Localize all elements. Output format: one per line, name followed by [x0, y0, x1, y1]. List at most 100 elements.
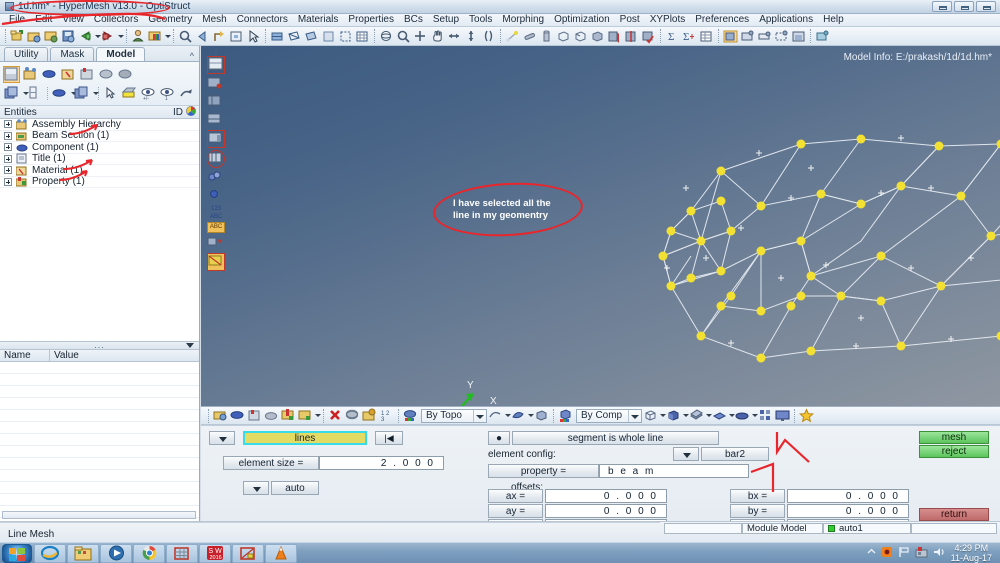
- exploded-view-icon[interactable]: [758, 408, 773, 423]
- orbit-icon[interactable]: [379, 29, 394, 44]
- offset-field-bx[interactable]: 0 . 0 0 0: [787, 489, 909, 503]
- assembly-view-icon[interactable]: [22, 66, 39, 83]
- visibility-toggle-icon[interactable]: +/-: [140, 85, 157, 102]
- plate-dropdown-icon[interactable]: [728, 408, 735, 423]
- user-profile-icon[interactable]: [131, 29, 146, 44]
- name-value-row[interactable]: [0, 386, 199, 398]
- segment-toggle-icon[interactable]: ●: [488, 431, 510, 445]
- name-value-row[interactable]: [0, 362, 199, 374]
- windows-start-icon[interactable]: [2, 543, 32, 563]
- expand-icon[interactable]: [4, 166, 12, 175]
- shrink-icon[interactable]: [264, 408, 279, 423]
- name-value-row[interactable]: [0, 494, 199, 506]
- name-value-row[interactable]: [0, 374, 199, 386]
- redo-icon[interactable]: [101, 29, 116, 44]
- cube-wire2-icon[interactable]: [573, 29, 588, 44]
- expand-icon[interactable]: [4, 154, 12, 163]
- topo-display-icon[interactable]: [403, 408, 418, 423]
- menu-item-preferences[interactable]: Preferences: [690, 14, 754, 26]
- surface-edges-dropdown-icon[interactable]: [504, 408, 511, 423]
- mesh-panel-icon[interactable]: [207, 150, 225, 168]
- color-dropdown-icon[interactable]: [164, 29, 171, 44]
- element-config-dropdown[interactable]: [673, 447, 699, 461]
- tree-item-beam-section[interactable]: Beam Section (1): [0, 130, 199, 142]
- favorite-star-icon[interactable]: [799, 408, 814, 423]
- menu-item-setup[interactable]: Setup: [428, 14, 464, 26]
- network-flag-icon[interactable]: [898, 546, 910, 561]
- bar-element-icon[interactable]: [522, 29, 537, 44]
- hidden-line-icon[interactable]: [338, 29, 353, 44]
- wireframe-icon[interactable]: [287, 29, 302, 44]
- expand-icon[interactable]: [4, 131, 12, 140]
- mesh-lines-icon[interactable]: [355, 29, 370, 44]
- rotate-brackets-icon[interactable]: [481, 29, 496, 44]
- component-color-icon[interactable]: [51, 85, 68, 102]
- zoom-window-icon[interactable]: [178, 29, 193, 44]
- geometry-solids-icon[interactable]: [207, 94, 225, 110]
- capture-selection-icon[interactable]: [774, 29, 789, 44]
- segment-mode-button[interactable]: segment is whole line: [512, 431, 719, 445]
- menu-item-applications[interactable]: Applications: [754, 14, 818, 26]
- geometry-surfaces-icon[interactable]: [207, 76, 225, 92]
- chevron-down-icon[interactable]: [186, 343, 194, 348]
- color-wheel-icon[interactable]: [186, 105, 196, 119]
- by-comp-dropdown[interactable]: By Comp: [576, 408, 642, 423]
- color-folder-icon[interactable]: [148, 29, 163, 44]
- surface-color-icon[interactable]: [230, 408, 245, 423]
- name-value-row[interactable]: [0, 434, 199, 446]
- solid-shaded-dropdown-icon[interactable]: [682, 408, 689, 423]
- pan-hand-icon[interactable]: [430, 29, 445, 44]
- model-view-icon[interactable]: [3, 66, 20, 83]
- cube-shaded-icon[interactable]: [590, 29, 605, 44]
- mesh-button[interactable]: mesh: [919, 431, 989, 444]
- lines-selector[interactable]: lines: [243, 431, 367, 445]
- menu-item-properties[interactable]: Properties: [343, 14, 399, 26]
- show-all-icon[interactable]: [3, 85, 20, 102]
- node-create-icon[interactable]: [207, 188, 225, 204]
- auto-dropdown[interactable]: [243, 481, 269, 495]
- browser-tab-model[interactable]: Model: [96, 47, 146, 61]
- return-button[interactable]: return: [919, 508, 989, 521]
- arrow-cursor-icon[interactable]: [246, 29, 261, 44]
- numbers-123-icon[interactable]: 123: [207, 206, 225, 213]
- graphics-viewport[interactable]: Model Info: E:/prakash/1d/1d.hm* I have …: [201, 46, 1000, 406]
- mask-icon[interactable]: [345, 408, 360, 423]
- mesh-color-icon[interactable]: [247, 408, 262, 423]
- capture-frame-icon[interactable]: [791, 29, 806, 44]
- menu-item-materials[interactable]: Materials: [293, 14, 344, 26]
- taskbar-media-player-icon[interactable]: [100, 543, 132, 563]
- undo-dropdown-icon[interactable]: [94, 29, 101, 44]
- menu-item-edit[interactable]: Edit: [30, 14, 57, 26]
- minimize-button[interactable]: [932, 1, 952, 12]
- element-color-icon[interactable]: [298, 408, 313, 423]
- capture-screen-icon[interactable]: [757, 29, 772, 44]
- wire-solid-dropdown-icon[interactable]: [659, 408, 666, 423]
- taskbar-vlc-icon[interactable]: [265, 543, 297, 563]
- import-icon[interactable]: [44, 29, 59, 44]
- action-center-icon[interactable]: [915, 546, 928, 561]
- geometry-color-icon[interactable]: [213, 408, 228, 423]
- element-size-field[interactable]: 2 . 0 0 0: [319, 456, 444, 470]
- taskbar-solidworks-2016-icon[interactable]: S W 2016: [199, 543, 231, 563]
- shell-display-icon[interactable]: [689, 408, 704, 423]
- unmask-icon[interactable]: [362, 408, 377, 423]
- browser-tab-mask[interactable]: Mask: [50, 47, 95, 61]
- summary-icon[interactable]: Σ: [665, 29, 680, 44]
- display-mode-dropdown-icon[interactable]: [92, 86, 99, 101]
- undo-icon[interactable]: [78, 29, 93, 44]
- taskbar-chrome-icon[interactable]: [133, 543, 165, 563]
- browser-scroll-bar[interactable]: [2, 511, 196, 519]
- chevron-down-icon[interactable]: [473, 409, 484, 422]
- menu-item-bcs[interactable]: BCs: [399, 14, 428, 26]
- section-cut-icon[interactable]: [607, 29, 622, 44]
- name-value-row[interactable]: [0, 470, 199, 482]
- offset-field-by[interactable]: 0 . 0 0 0: [787, 504, 909, 518]
- solid-shaded-icon[interactable]: [666, 408, 681, 423]
- line-mesh-active-icon[interactable]: [207, 253, 225, 271]
- menu-item-file[interactable]: File: [4, 14, 30, 26]
- pointer-select-icon[interactable]: [102, 85, 119, 102]
- video-capture-icon[interactable]: [815, 29, 830, 44]
- offset-field-ay[interactable]: 0 . 0 0 0: [545, 504, 667, 518]
- auto-button[interactable]: auto: [271, 481, 319, 495]
- previous-view-icon[interactable]: [195, 29, 210, 44]
